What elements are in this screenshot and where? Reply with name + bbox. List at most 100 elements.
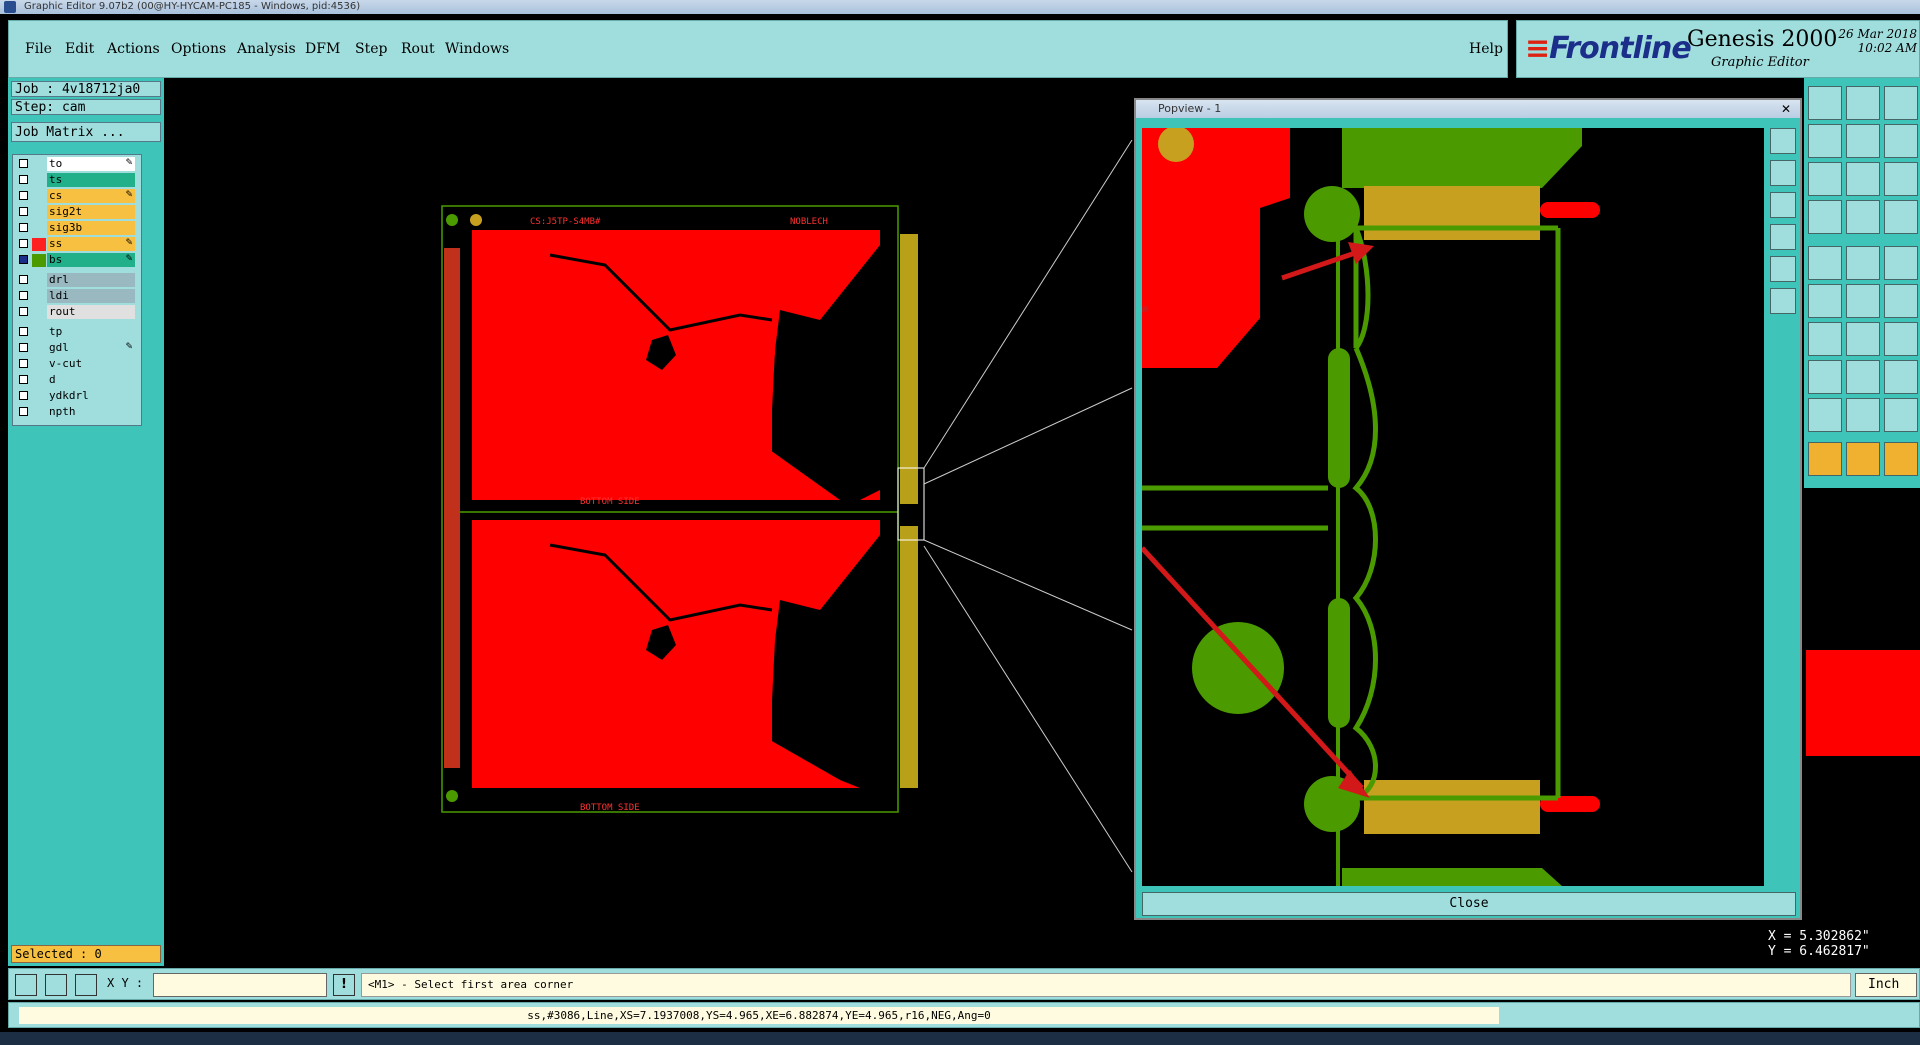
arc-icon[interactable]: [1846, 322, 1880, 356]
layer-name: d: [47, 373, 135, 387]
layer-row-v-cut[interactable]: v-cut: [15, 357, 139, 371]
text-icon[interactable]: [1808, 398, 1842, 432]
menu-actions[interactable]: Actions: [107, 41, 160, 57]
job-matrix-button[interactable]: Job Matrix ...: [11, 122, 161, 142]
menu-help[interactable]: Help: [1469, 41, 1503, 57]
layer-checkbox[interactable]: [19, 327, 28, 336]
popview-fit-button[interactable]: [1770, 224, 1796, 250]
tool-button[interactable]: [1846, 360, 1880, 394]
menu-windows[interactable]: Windows: [445, 41, 509, 57]
status-text: ss,#3086,Line,XS=7.1937008,YS=4.965,XE=6…: [19, 1007, 1499, 1024]
layer-checkbox[interactable]: [19, 159, 28, 168]
home-icon[interactable]: [1846, 86, 1880, 120]
layer-checkbox[interactable]: [19, 359, 28, 368]
menu-options[interactable]: Options: [171, 41, 226, 57]
layer-row-bs[interactable]: bs ✎: [15, 253, 139, 267]
snap-icon[interactable]: [15, 974, 37, 996]
ruler-icon[interactable]: [1846, 246, 1880, 280]
popview-pan-button[interactable]: [1770, 192, 1796, 218]
tool-button[interactable]: [1884, 86, 1918, 120]
line-icon[interactable]: [1808, 322, 1842, 356]
menu-dfm[interactable]: DFM: [305, 41, 340, 57]
scale-icon[interactable]: [1846, 162, 1880, 196]
layer-color-swatch: [32, 222, 46, 235]
layer-checkbox[interactable]: [19, 391, 28, 400]
layer-row-rout[interactable]: rout: [15, 305, 139, 319]
edit-icon: ✎: [125, 158, 133, 168]
tool-button[interactable]: [1884, 360, 1918, 394]
tool-button[interactable]: [1846, 442, 1880, 476]
popview-close-button[interactable]: Close: [1142, 892, 1796, 916]
popview-canvas[interactable]: [1142, 128, 1764, 886]
layer-checkbox[interactable]: [19, 223, 28, 232]
layer-row-d[interactable]: d: [15, 373, 139, 387]
close-icon[interactable]: ✕: [1776, 101, 1796, 117]
tool-button[interactable]: [1884, 246, 1918, 280]
popview-zoom-out-button[interactable]: [1770, 160, 1796, 186]
layer-row-sig2t[interactable]: sig2t: [15, 205, 139, 219]
popview-title-bar: Popview - 1 ✕: [1136, 100, 1800, 118]
layer-checkbox[interactable]: [19, 291, 28, 300]
step-name: Step: cam: [11, 99, 161, 115]
layer-row-cs[interactable]: cs ✎: [15, 189, 139, 203]
layer-checkbox[interactable]: [19, 275, 28, 284]
layer-checkbox[interactable]: [19, 239, 28, 248]
layer-row-tp[interactable]: tp: [15, 325, 139, 339]
unit-selector[interactable]: Inch: [1855, 973, 1917, 997]
xy-execute-button[interactable]: !: [333, 974, 355, 996]
popview-home-button[interactable]: [1770, 256, 1796, 282]
tool-button[interactable]: [1808, 86, 1842, 120]
menu-edit[interactable]: Edit: [65, 41, 94, 57]
layer-checkbox[interactable]: [19, 207, 28, 216]
layer-checkbox[interactable]: [19, 307, 28, 316]
menu-rout[interactable]: Rout: [401, 41, 435, 57]
layer-row-to[interactable]: to ✎: [15, 157, 139, 171]
bottom-copper-right: [770, 520, 880, 788]
popview-move-button[interactable]: [1770, 288, 1796, 314]
layer-color-swatch: [32, 326, 46, 339]
layer-checkbox[interactable]: [19, 255, 28, 264]
tool-button[interactable]: [1808, 124, 1842, 158]
tool-button[interactable]: [1884, 442, 1918, 476]
grid-icon[interactable]: [75, 974, 97, 996]
tool-button[interactable]: [1846, 284, 1880, 318]
layer-color-swatch: [32, 390, 46, 403]
layer-color-swatch: [32, 358, 46, 371]
tool-button[interactable]: [1884, 200, 1918, 234]
tool-button[interactable]: [1884, 124, 1918, 158]
tool-button[interactable]: [1808, 200, 1842, 234]
xy-input[interactable]: [153, 973, 327, 997]
menu-step[interactable]: Step: [355, 41, 387, 57]
help-icon[interactable]: [1884, 162, 1918, 196]
layer-row-drl[interactable]: drl: [15, 273, 139, 287]
layer-row-ss[interactable]: ss ✎: [15, 237, 139, 251]
popview-zoom-in-button[interactable]: [1770, 128, 1796, 154]
layer-checkbox[interactable]: [19, 375, 28, 384]
tool-button[interactable]: [1846, 200, 1880, 234]
layer-row-sig3b[interactable]: sig3b: [15, 221, 139, 235]
layer-checkbox[interactable]: [19, 407, 28, 416]
tool-button[interactable]: [1884, 284, 1918, 318]
layer-name: bs: [47, 253, 135, 267]
layer-checkbox[interactable]: [19, 343, 28, 352]
layer-row-ldi[interactable]: ldi: [15, 289, 139, 303]
main-canvas[interactable]: CS:J5TP-S4MB# NOBLECH BOTTOM SIDE BOTTOM…: [440, 200, 930, 820]
text-icon[interactable]: [1884, 398, 1918, 432]
menu-file[interactable]: File: [25, 41, 52, 57]
select-icon[interactable]: [1808, 442, 1842, 476]
measure-icon[interactable]: [45, 974, 67, 996]
tool-button[interactable]: [1808, 360, 1842, 394]
layer-checkbox[interactable]: [19, 191, 28, 200]
tool-button[interactable]: [1808, 246, 1842, 280]
delete-icon[interactable]: [1808, 284, 1842, 318]
text-icon[interactable]: [1846, 398, 1880, 432]
layer-row-ts[interactable]: ts: [15, 173, 139, 187]
layer-row-gdl[interactable]: gdl ✎: [15, 341, 139, 355]
tool-button[interactable]: [1846, 124, 1880, 158]
layer-checkbox[interactable]: [19, 175, 28, 184]
layer-row-ydkdrl[interactable]: ydkdrl: [15, 389, 139, 403]
tool-button[interactable]: [1884, 322, 1918, 356]
layer-row-npth[interactable]: npth: [15, 405, 139, 419]
menu-analysis[interactable]: Analysis: [237, 41, 296, 57]
pan-icon[interactable]: [1808, 162, 1842, 196]
